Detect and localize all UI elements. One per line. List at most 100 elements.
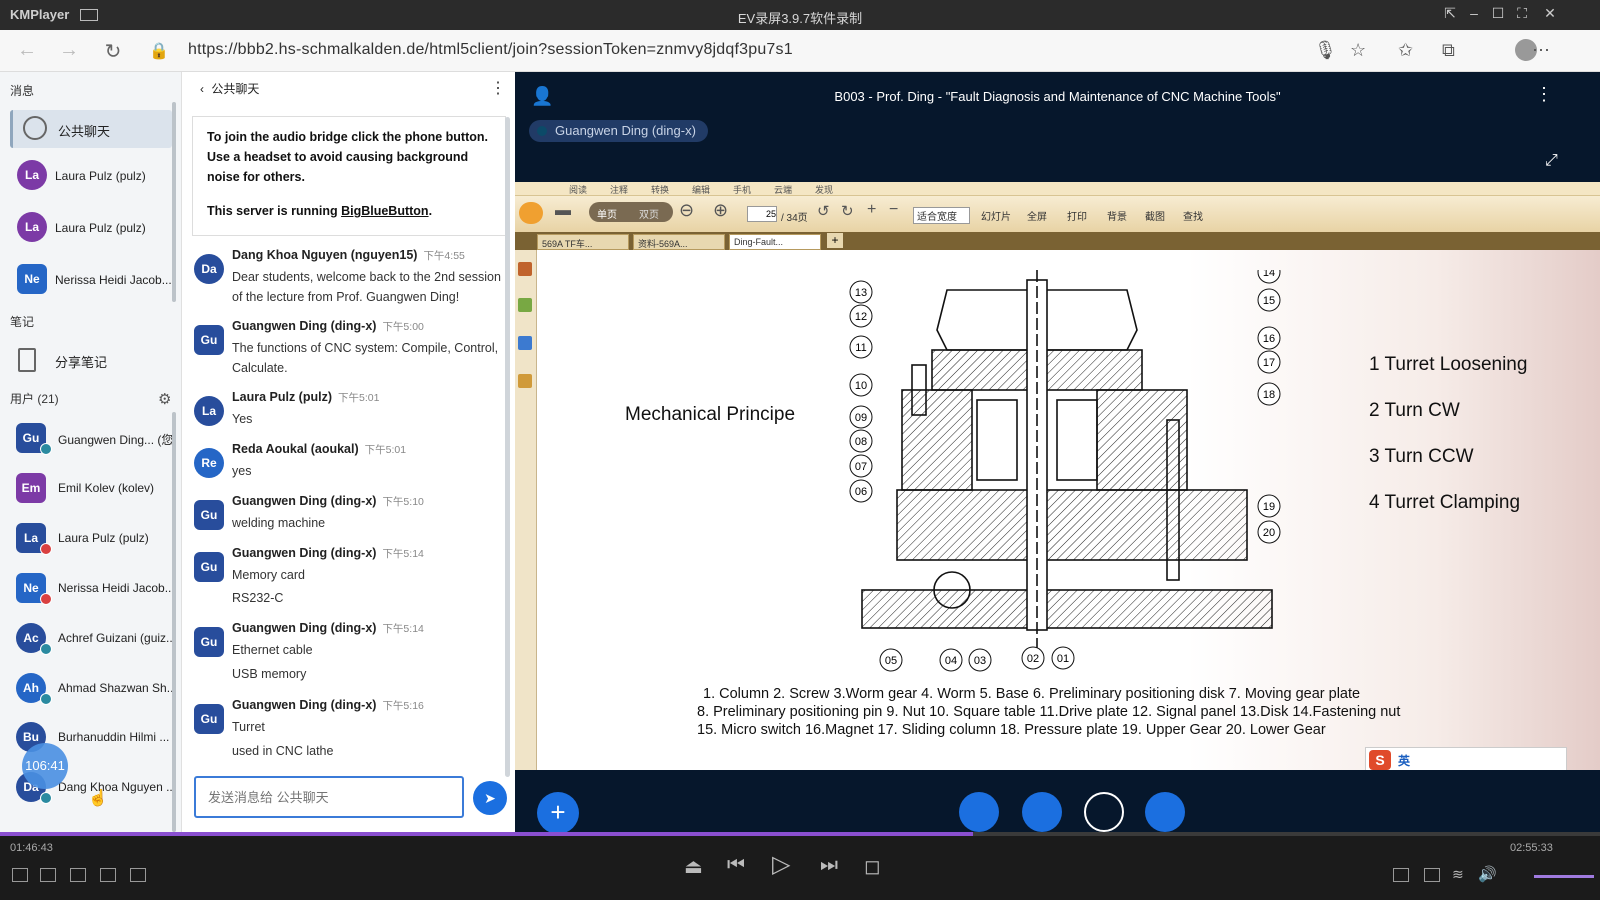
parts-caption: 8. Preliminary positioning pin 9. Nut 10… <box>697 704 1401 720</box>
bigbluebutton-link[interactable]: BigBlueButton <box>341 204 428 218</box>
address-bar[interactable]: https://bbb2.hs-schmalkalden.de/html5cli… <box>188 41 793 59</box>
notes-icon[interactable] <box>518 374 532 388</box>
favorite-star-icon[interactable]: ☆ <box>1350 40 1366 61</box>
lock-icon[interactable]: 🔒 <box>146 41 172 61</box>
part-callout: 14 <box>1257 270 1281 284</box>
sogou-ime-icon[interactable]: S <box>1369 750 1391 770</box>
user-list-item[interactable]: Ac Achref Guizani (guiz... <box>16 619 174 659</box>
private-chat-item[interactable]: La Laura Pulz (pulz) <box>14 156 174 196</box>
subtitle-icon[interactable] <box>1393 868 1409 882</box>
background-button[interactable]: 背景 <box>1107 208 1127 223</box>
collections-icon[interactable]: ⧉ <box>1442 40 1455 61</box>
play-icon[interactable]: ▷ <box>772 850 790 879</box>
find-button[interactable]: 查找 <box>1183 208 1203 223</box>
equalizer-icon[interactable]: ≋ <box>1452 866 1464 883</box>
part-callout: 17 <box>1257 350 1281 374</box>
camera-button[interactable] <box>1084 792 1124 832</box>
menu-item[interactable]: 手机 <box>733 183 751 196</box>
seek-bar[interactable] <box>0 832 1600 836</box>
zoom-in-icon[interactable]: + <box>867 201 876 219</box>
open-file-icon[interactable] <box>40 868 56 882</box>
chat-message-input[interactable] <box>196 778 462 816</box>
caption-icon[interactable] <box>1424 868 1440 882</box>
vr-icon[interactable] <box>70 868 86 882</box>
gear-icon[interactable]: ⚙ <box>158 390 171 408</box>
send-message-button[interactable]: ➤ <box>473 781 507 815</box>
next-page-icon[interactable]: ⊕ <box>713 200 728 221</box>
previous-page-icon[interactable]: ⊖ <box>679 200 694 221</box>
document-tab[interactable]: 资料-569A... <box>633 234 725 250</box>
user-name: Laura Pulz (pulz) <box>58 531 149 545</box>
close-icon[interactable]: ✕ <box>1540 5 1560 22</box>
capture-icon[interactable] <box>130 868 146 882</box>
actions-button[interactable]: + <box>537 792 579 834</box>
stop-icon[interactable]: ◻ <box>864 854 881 879</box>
slideshow-button[interactable]: 幻灯片 <box>981 208 1011 223</box>
user-list-scrollbar[interactable] <box>172 412 176 832</box>
ime-language-label[interactable]: 英 <box>1398 752 1410 769</box>
minimize-icon[interactable]: – <box>1464 5 1484 21</box>
public-chat-item[interactable]: 公共聊天 <box>10 110 172 148</box>
fullscreen-icon[interactable]: ⛶ <box>1512 5 1532 22</box>
private-chat-item[interactable]: La Laura Pulz (pulz) <box>14 208 174 248</box>
menu-item[interactable]: 编辑 <box>692 183 710 196</box>
fullscreen-icon[interactable]: ⤢ <box>1545 152 1558 170</box>
user-list-item[interactable]: La Laura Pulz (pulz) <box>16 519 174 559</box>
shared-notes-item[interactable]: 分享笔记 <box>10 344 170 378</box>
volume-slider[interactable] <box>1534 875 1594 878</box>
fullscreen-button[interactable]: 全屏 <box>1027 208 1047 223</box>
menu-item[interactable]: 云端 <box>774 183 792 196</box>
folder-icon[interactable]: ▬ <box>555 202 571 220</box>
volume-icon[interactable]: 🔊 <box>1478 865 1497 883</box>
3d-icon[interactable] <box>100 868 116 882</box>
chat-list-scrollbar[interactable] <box>172 102 176 302</box>
page-number-input[interactable] <box>747 206 777 222</box>
microphone-icon[interactable]: 🎙 <box>1314 40 1337 61</box>
chat-header[interactable]: ‹ 公共聊天 <box>200 80 259 97</box>
svg-text:17: 17 <box>1263 357 1275 369</box>
rotate-left-icon[interactable]: ↺ <box>817 202 830 220</box>
audio-button[interactable] <box>1022 792 1062 832</box>
pin-icon[interactable]: ⇱ <box>1440 5 1460 22</box>
maximize-icon[interactable]: ☐ <box>1488 5 1508 22</box>
favorites-icon[interactable]: ✩ <box>1398 40 1413 61</box>
part-callout: 10 <box>849 373 873 397</box>
print-button[interactable]: 打印 <box>1067 208 1087 223</box>
screenshot-button[interactable]: 截图 <box>1145 208 1165 223</box>
convert-icon[interactable] <box>518 336 532 350</box>
svg-text:15: 15 <box>1263 295 1275 307</box>
more-menu-icon[interactable]: ⋯ <box>1532 40 1550 61</box>
playlist-icon[interactable] <box>12 868 28 882</box>
document-tab-active[interactable]: Ding-Fault... <box>729 234 821 250</box>
user-list-item[interactable]: Ne Nerissa Heidi Jacob... <box>16 569 174 609</box>
next-icon[interactable]: ⏭ <box>820 854 838 877</box>
outline-icon[interactable] <box>518 298 532 312</box>
rotate-right-icon[interactable]: ↻ <box>841 202 854 220</box>
menu-item[interactable]: 注释 <box>610 183 628 196</box>
forward-icon[interactable]: → <box>56 39 82 62</box>
chevron-left-icon[interactable]: ‹ <box>200 82 204 96</box>
user-list-item[interactable]: Ah Ahmad Shazwan Sh... <box>16 669 174 709</box>
menu-item[interactable]: 发现 <box>815 183 833 196</box>
new-tab-icon[interactable]: + <box>827 233 843 248</box>
slide-heading: Mechanical Principe <box>625 404 796 425</box>
reload-icon[interactable]: ↻ <box>100 39 126 64</box>
bookmark-icon[interactable] <box>518 262 532 276</box>
options-menu-icon[interactable]: ⋮ <box>1535 84 1553 105</box>
zoom-out-icon[interactable]: − <box>889 201 898 219</box>
private-chat-item[interactable]: Ne Nerissa Heidi Jacob... <box>14 260 174 300</box>
screenshare-button[interactable] <box>1145 792 1185 832</box>
back-icon[interactable]: ← <box>14 39 40 62</box>
eject-icon[interactable]: ⏏ <box>684 854 703 879</box>
menu-item[interactable]: 阅读 <box>569 183 587 196</box>
document-tab[interactable]: 569A TF车... <box>537 234 629 250</box>
previous-icon[interactable]: ⏮ <box>727 854 745 877</box>
user-list-item[interactable]: Gu Guangwen Ding... (您 <box>16 419 174 459</box>
message-text: Yes <box>232 412 253 426</box>
chat-scrollbar[interactable] <box>505 117 510 777</box>
microphone-button[interactable] <box>959 792 999 832</box>
zoom-select[interactable]: 适合宽度 <box>913 207 970 224</box>
user-list-item[interactable]: Em Emil Kolev (kolev) <box>16 469 174 509</box>
chat-options-icon[interactable]: ⋮ <box>490 78 506 98</box>
menu-item[interactable]: 转换 <box>651 183 669 196</box>
